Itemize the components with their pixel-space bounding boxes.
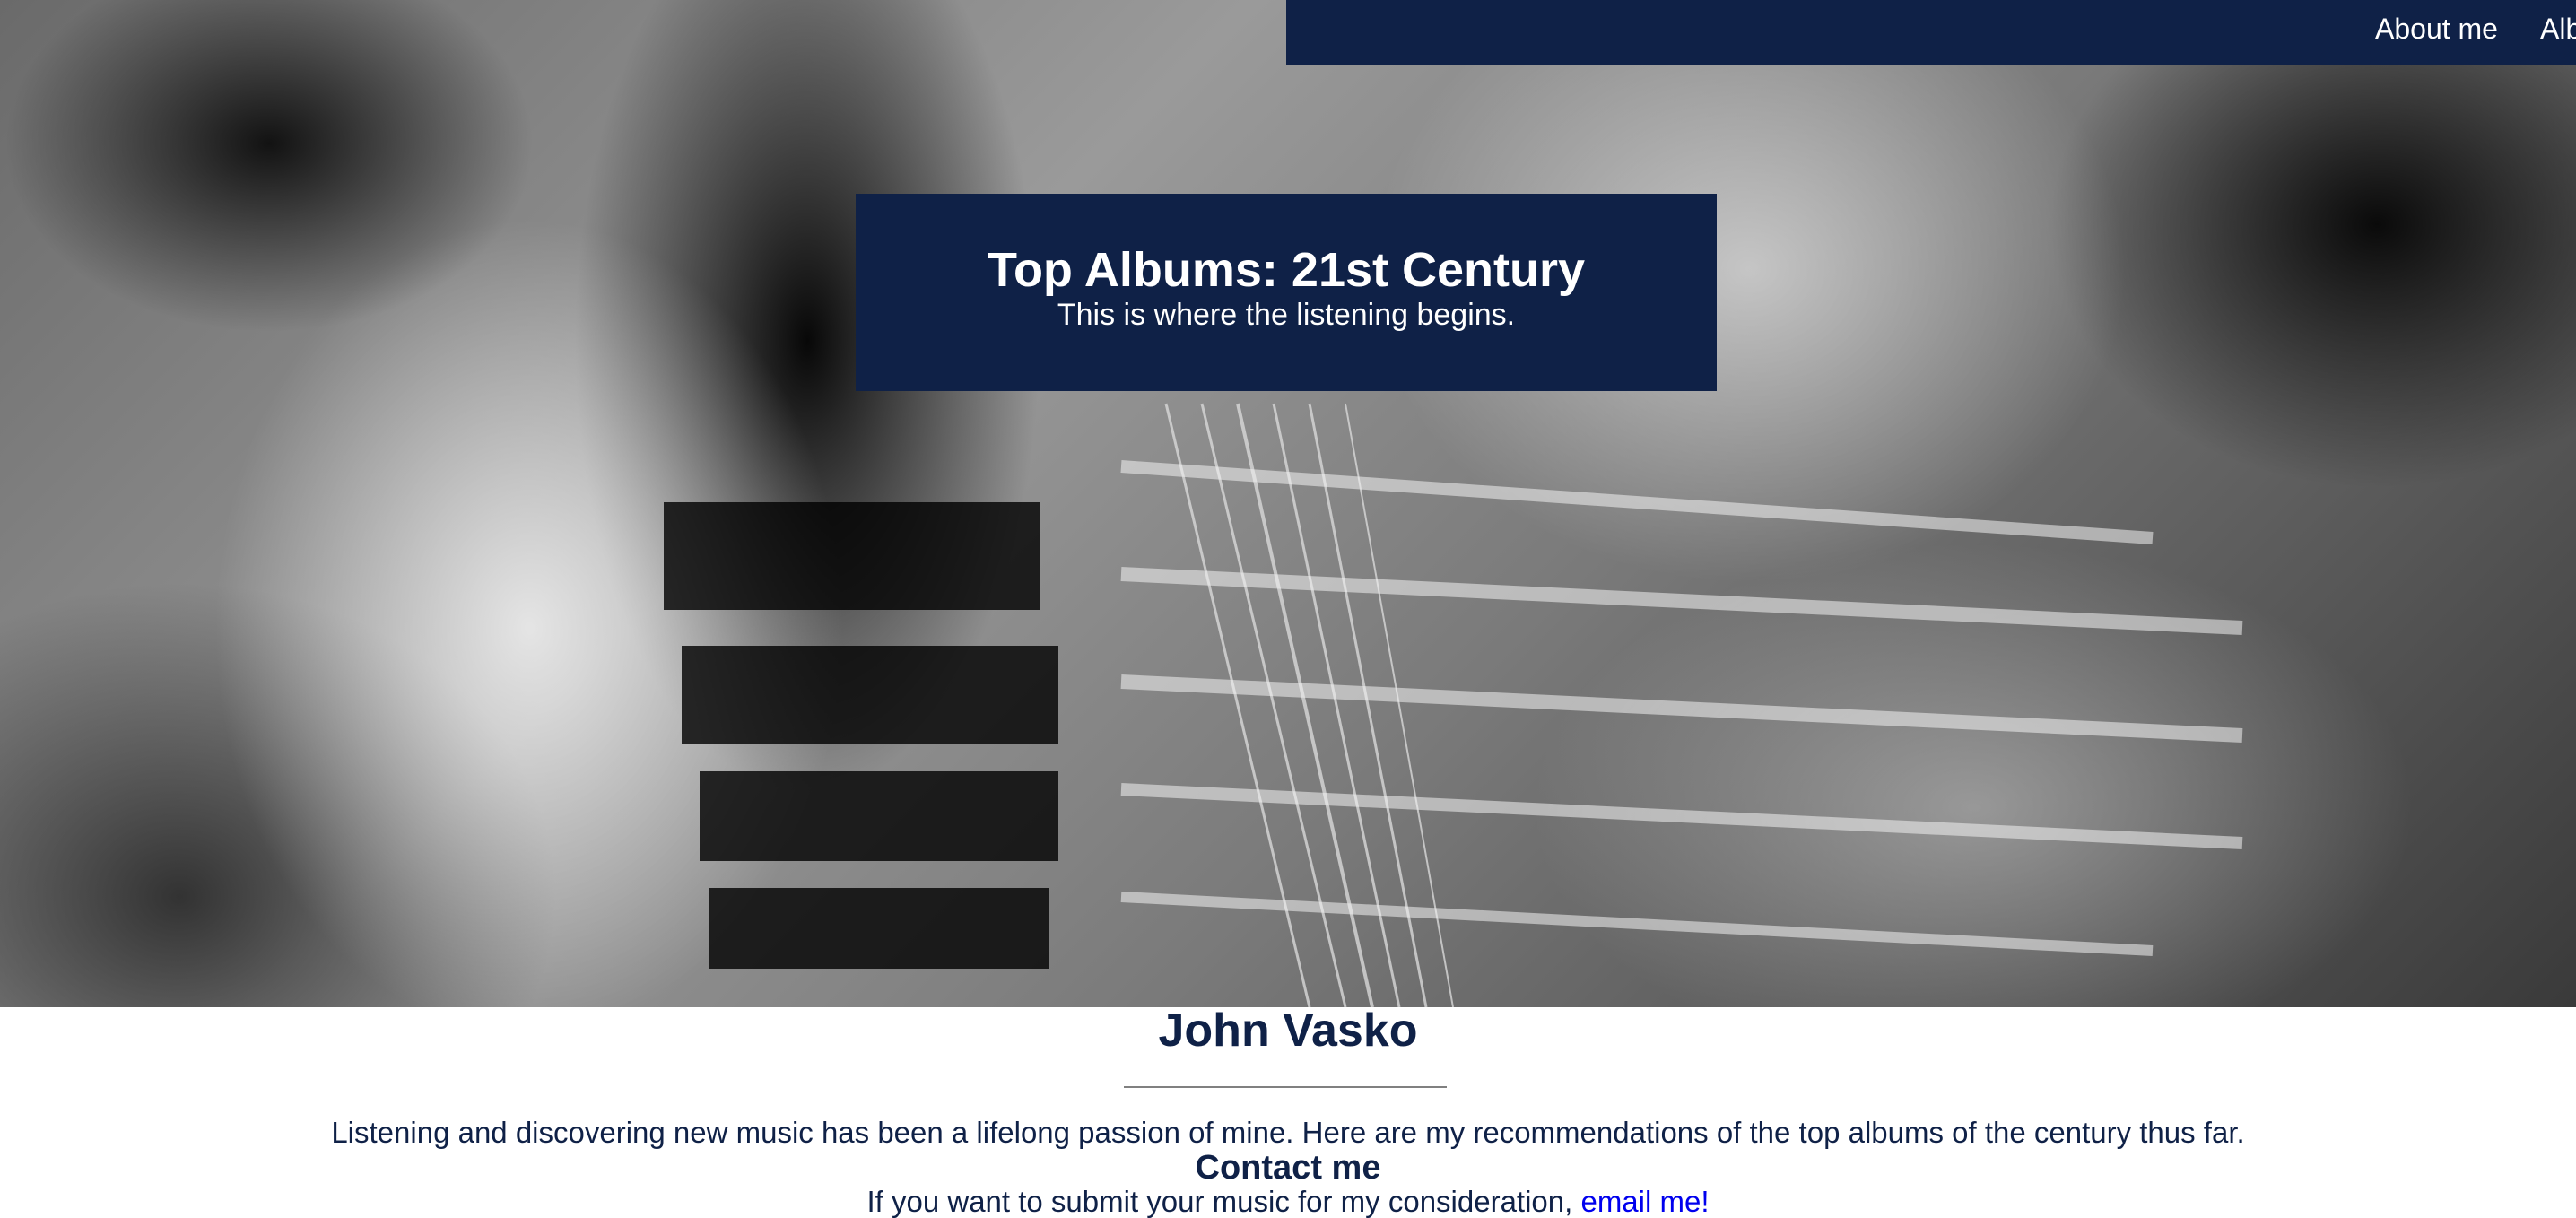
intro-text: Listening and discovering new music has …: [331, 1116, 2245, 1149]
author-name: John Vasko: [1158, 1005, 1418, 1057]
contact-text: If you want to submit your music for my …: [0, 1187, 2576, 1216]
contact-heading: Contact me: [1195, 1149, 1381, 1187]
contact-text-label: If you want to submit your music for my …: [866, 1185, 1581, 1218]
page-subtitle: This is where the listening begins.: [1057, 298, 1516, 332]
nav-link-albums[interactable]: Albums: [2540, 13, 2576, 46]
hero-title-box: Top Albums: 21st Century This is where t…: [856, 194, 1717, 391]
section-divider: [1124, 1086, 1447, 1088]
page-title: Top Albums: 21st Century: [987, 243, 1586, 297]
guitar-strings-graphic: [664, 403, 2243, 1007]
email-link[interactable]: email me!: [1580, 1185, 1709, 1218]
nav-link-about-me[interactable]: About me: [2375, 13, 2498, 46]
hero-guitar-image: [0, 0, 2576, 1007]
top-navbar: About me Albums: [1286, 0, 2576, 65]
